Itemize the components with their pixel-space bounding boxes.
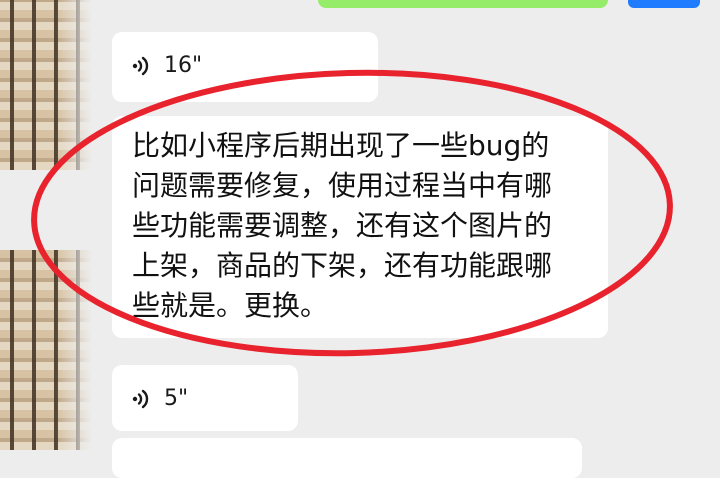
chat-view: 16" 比如小程序后期出现了一些bug的 问题需要修复，使用过程当中有哪 些功能… [0,0,720,478]
message-text: 比如小程序后期出现了一些bug的 问题需要修复，使用过程当中有哪 些功能需要调整… [132,126,602,326]
voice-duration: 16" [164,53,203,78]
message-text-line: 些就是。更换。 [132,289,329,322]
voice-message-bubble[interactable]: 16" [112,32,378,102]
voice-wave-icon [132,389,149,409]
message-bubble-partial[interactable] [112,438,582,478]
voice-message-bubble[interactable]: 5" [112,365,298,431]
text-message-bubble[interactable]: 比如小程序后期出现了一些bug的 问题需要修复，使用过程当中有哪 些功能需要调整… [112,116,608,338]
voice-duration: 5" [164,386,189,411]
voice-wave-icon [132,56,149,76]
message-text-line: 上架，商品的下架，还有功能跟哪 [132,249,553,282]
outgoing-message-bubble[interactable] [318,0,608,8]
message-text-line: 问题需要修复，使用过程当中有哪 [132,169,553,202]
avatar[interactable] [0,0,92,170]
message-text-line: 比如小程序后期出现了一些bug的 [132,129,550,162]
blue-button-fragment[interactable] [628,0,700,8]
message-text-line: 些功能需要调整，还有这个图片的 [132,209,553,242]
avatar[interactable] [0,250,92,450]
